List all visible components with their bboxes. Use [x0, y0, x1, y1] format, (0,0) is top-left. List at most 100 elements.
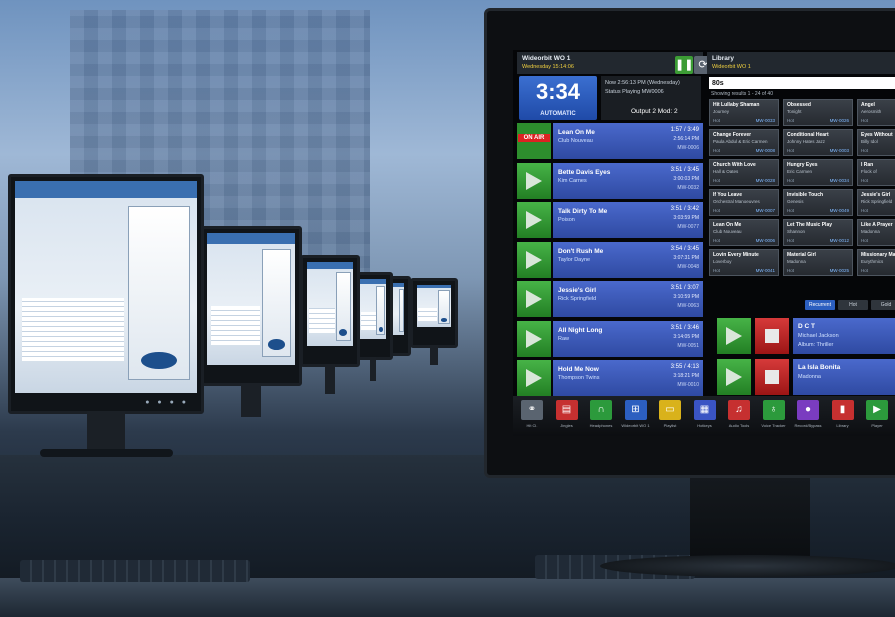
tab-hot[interactable]: Hot — [838, 300, 868, 310]
library-card-category: Hot — [713, 268, 721, 273]
song-code: MW-0063 — [677, 303, 699, 309]
play-button[interactable] — [517, 320, 551, 357]
log-item[interactable]: Don't Rush Me Taylor Dayne 3:54 / 3:45 3:07… — [517, 241, 703, 278]
pause-button[interactable]: ❚❚ — [675, 56, 693, 74]
taskbar-button-jingles[interactable]: ▤ Jingles — [552, 400, 582, 434]
automation-mode[interactable]: AUTOMATIC — [519, 111, 597, 117]
taskbar-button-hit-cl-[interactable]: ⚭ Hit Cl. — [517, 400, 547, 434]
library-card[interactable]: Church With Love Hall & Oates Hot MW-0028 — [709, 159, 779, 186]
library-card-title: Obsessed — [787, 102, 811, 108]
library-card-category: Hot — [861, 178, 869, 183]
taskbar-label: Record/Bypass — [794, 423, 822, 428]
play-button[interactable] — [517, 202, 551, 238]
library-card[interactable]: Lean On Me Club Nouveau Hot MW-0006 — [709, 219, 779, 246]
countdown-time: 3:34 — [535, 79, 581, 104]
library-card[interactable]: Missionary ManEurythmicsHotMW-0005 — [857, 249, 895, 276]
status-output: Output 2 Mod: 2 — [631, 108, 678, 115]
grid-icon: ▦ — [693, 400, 716, 420]
library-card[interactable]: Eyes WithoutBilly IdolHotMW-0017 — [857, 129, 895, 156]
taskbar-button-voice-tracker[interactable]: ♁ Voice Tracker — [759, 400, 789, 434]
library-card-artist: Aerosmith — [861, 109, 882, 114]
cart-body[interactable]: La Isla Bonita Madonna — [793, 359, 895, 395]
cart-play-button[interactable] — [717, 318, 751, 354]
library-card-artist: Genesis — [787, 199, 804, 204]
log-item-body[interactable]: Lean On Me Club Nouveau 1:57 / 3:49 2:56:14… — [553, 123, 703, 159]
taskbar-button-headphones[interactable]: ∩ Headphones — [586, 400, 616, 434]
library-card[interactable]: Hit Lullaby Shaman Journey Hot MW-0033 — [709, 99, 779, 126]
play-button[interactable] — [517, 162, 551, 199]
cart-play-button[interactable] — [717, 359, 751, 395]
tab-recurrent[interactable]: Recurrent — [805, 300, 835, 310]
cart-stop-button[interactable] — [755, 359, 789, 395]
cart-artist: Madonna — [798, 374, 821, 380]
library-card-title: Missionary Man — [861, 252, 895, 258]
library-card-category: Hot — [861, 208, 869, 213]
on-air-button[interactable]: ON AIR — [517, 123, 551, 159]
library-card-artist: Eurythmics — [861, 259, 884, 264]
cart-player[interactable]: D C T Michael Jackson Album: Thriller — [717, 318, 895, 354]
log-item[interactable]: Hold Me Now Thompson Twins 3:55 / 4:13 3:18… — [517, 360, 703, 396]
library-card[interactable]: Jessie's GirlRick SpringfieldHotMW-0063 — [857, 189, 895, 216]
library-card-code: MW-0008 — [755, 148, 775, 153]
monitor-far-1 — [200, 226, 302, 417]
cart-stop-button[interactable] — [755, 318, 789, 354]
library-card-title: Conditional Heart — [787, 132, 829, 138]
log-item-body[interactable]: Don't Rush Me Taylor Dayne 3:54 / 3:45 3:07… — [553, 241, 703, 278]
log-item-body[interactable]: All Night Long Raw 3:51 / 3:46 3:14:05 PM MW… — [553, 320, 703, 357]
library-card[interactable]: Let The Music Play Shannon Hot MW-0012 — [783, 219, 853, 246]
play-button[interactable] — [517, 241, 551, 278]
library-card[interactable]: Like A PrayerMadonnaHotMW-0059 — [857, 219, 895, 246]
library-search-input[interactable] — [709, 77, 895, 89]
station-header: Wideorbit WO 1 Wednesday 15:14:06 ❚❚ ⟳ — [517, 52, 712, 74]
library-card-title: Hit Lullaby Shaman — [713, 102, 760, 108]
play-icon — [526, 250, 542, 269]
library-card-artist: Rick Springfield — [861, 199, 893, 204]
taskbar-button-hotkeys[interactable]: ▦ Hotkeys — [690, 400, 720, 434]
library-card[interactable]: AngelAerosmithHotMW-0014 — [857, 99, 895, 126]
taskbar-button-audio-tools[interactable]: ♫ Audio Tools — [724, 400, 754, 434]
library-card[interactable]: Hungry Eyes Eric Carmen Hot MW-0034 — [783, 159, 853, 186]
play-button[interactable] — [517, 281, 551, 317]
library-card-category: Hot — [713, 208, 721, 213]
log-item-body[interactable]: Jessie's Girl Rick Springfield 3:51 / 3:07… — [553, 281, 703, 317]
song-code: MW-0010 — [677, 382, 699, 388]
log-item[interactable]: All Night Long Raw 3:51 / 3:46 3:14:05 PM MW… — [517, 320, 703, 357]
taskbar-button-player[interactable]: ▶ Player — [862, 400, 892, 434]
library-card-category: Hot — [861, 148, 869, 153]
desk-edge — [0, 578, 895, 617]
taskbar-button-library[interactable]: ▮ Library — [828, 400, 858, 434]
library-card[interactable]: If You Leave Orchestral Manoeuvres Hot MW-0… — [709, 189, 779, 216]
log-item[interactable]: Bette Davis Eyes Kim Carnes 3:51 / 3:45 3:0… — [517, 162, 703, 199]
library-card[interactable]: Change Forever Paula Abdul & Eric Carmen H… — [709, 129, 779, 156]
library-card[interactable]: Obsessed Tonight Hot MW-0026 — [783, 99, 853, 126]
taskbar-label: Player — [871, 423, 883, 428]
taskbar-button-wideorbit-wo-1[interactable]: ⊞ Wideorbit WO 1 — [621, 400, 651, 434]
song-title: Bette Davis Eyes — [558, 168, 611, 176]
log-item[interactable]: ON AIR Lean On Me Club Nouveau 1:57 / 3:49 2… — [517, 123, 703, 159]
play-button[interactable] — [517, 360, 551, 396]
library-card[interactable]: Material Girl Madonna Hot MW-0025 — [783, 249, 853, 276]
log-item[interactable]: Jessie's Girl Rick Springfield 3:51 / 3:07… — [517, 281, 703, 317]
library-card[interactable]: Lovin Every Minute Loverboy Hot MW-0041 — [709, 249, 779, 276]
library-card[interactable]: I RanFlock ofHotMW-0061 — [857, 159, 895, 186]
log-item-body[interactable]: Bette Davis Eyes Kim Carnes 3:51 / 3:45 3:0… — [553, 162, 703, 199]
taskbar-label: Headphones — [589, 423, 613, 428]
record-icon: ● — [797, 400, 819, 420]
taskbar-label: Hit Cl. — [526, 423, 538, 428]
book-icon: ▮ — [831, 400, 854, 420]
song-code: MW-0048 — [677, 263, 699, 270]
library-card[interactable]: Invisible Touch Genesis Hot MW-0049 — [783, 189, 853, 216]
library-card-code: MW-0034 — [829, 178, 849, 183]
taskbar-button-record-bypass[interactable]: ● Record/Bypass — [793, 400, 823, 434]
log-item[interactable]: Talk Dirty To Me Poison 3:51 / 3:42 3:03:59… — [517, 202, 703, 238]
log-item-body[interactable]: Hold Me Now Thompson Twins 3:55 / 4:13 3:18… — [553, 360, 703, 396]
tab-gold[interactable]: Gold — [871, 300, 895, 310]
song-duration: 3:51 / 3:45 — [670, 166, 699, 173]
library-card-artist: Orchestral Manoeuvres — [713, 199, 760, 204]
log-item-body[interactable]: Talk Dirty To Me Poison 3:51 / 3:42 3:03:59… — [553, 202, 703, 238]
library-card[interactable]: Conditional Heart Johnny Hates Jazz Hot MW-… — [783, 129, 853, 156]
cart-player[interactable]: La Isla Bonita Madonna — [717, 359, 895, 395]
song-air-time: 3:03:59 PM — [673, 215, 699, 221]
cart-body[interactable]: D C T Michael Jackson Album: Thriller — [793, 318, 895, 354]
taskbar-button-playlist[interactable]: ▭ Playlist — [655, 400, 685, 434]
